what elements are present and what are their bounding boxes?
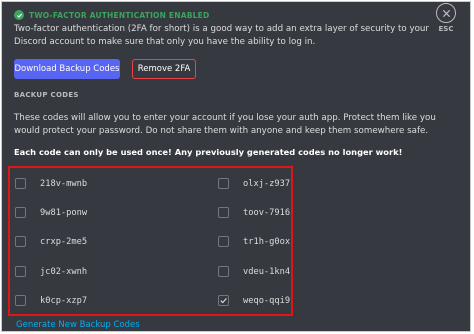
backup-code-item[interactable]: tr1h-g0ox xyxy=(218,236,290,247)
backup-codes-list: 218v-mwnb olxj-z937 9w81-ponw toov-7916 … xyxy=(8,166,293,316)
backup-code-item[interactable]: 218v-mwnb xyxy=(15,178,87,189)
backup-code: jc02-xwnh xyxy=(40,266,88,277)
code-checkbox[interactable] xyxy=(218,266,229,277)
code-checkbox[interactable] xyxy=(15,266,26,277)
backup-code-item[interactable]: 9w81-ponw xyxy=(15,207,87,218)
backup-code: toov-7916 xyxy=(243,207,291,218)
backup-code: vdeu-1kn4 xyxy=(243,266,291,277)
backup-code: 218v-mwnb xyxy=(40,178,88,189)
two-factor-status-title: TWO-FACTOR AUTHENTICATION ENABLED xyxy=(29,10,210,20)
close-control[interactable]: ESC xyxy=(436,3,456,33)
backup-codes-info: These codes will allow you to enter your… xyxy=(14,113,436,136)
backup-codes-warning: Each code can only be used once! Any pre… xyxy=(14,147,403,157)
code-checkbox[interactable] xyxy=(15,236,26,247)
backup-code-item[interactable]: olxj-z937 xyxy=(218,178,290,189)
backup-codes-heading: BACKUP CODES xyxy=(14,91,79,99)
backup-code-item[interactable]: k0cp-xzp7 xyxy=(15,295,87,306)
two-factor-header: TWO-FACTOR AUTHENTICATION ENABLED xyxy=(14,10,209,20)
download-backup-codes-button[interactable]: Download Backup Codes xyxy=(14,59,120,79)
code-checkbox[interactable] xyxy=(15,295,26,306)
checkmark-icon xyxy=(220,297,227,304)
backup-code: k0cp-xzp7 xyxy=(40,295,88,306)
two-factor-settings-panel: TWO-FACTOR AUTHENTICATION ENABLED ESC Tw… xyxy=(1,1,471,332)
backup-code: crxp-2me5 xyxy=(40,236,88,247)
code-checkbox[interactable] xyxy=(15,178,26,189)
backup-code-item[interactable]: jc02-xwnh xyxy=(15,266,87,277)
esc-label: ESC xyxy=(438,25,454,33)
check-circle-icon xyxy=(14,10,24,20)
backup-code-item[interactable]: vdeu-1kn4 xyxy=(218,266,290,277)
code-checkbox[interactable] xyxy=(218,207,229,218)
backup-code-item[interactable]: toov-7916 xyxy=(218,207,290,218)
generate-new-backup-codes-link[interactable]: Generate New Backup Codes xyxy=(16,320,140,330)
close-icon xyxy=(442,9,450,17)
backup-code: 9w81-ponw xyxy=(40,207,88,218)
backup-code-item-used[interactable]: weqo-qqi9 xyxy=(218,295,290,306)
code-checkbox[interactable] xyxy=(15,207,26,218)
close-button[interactable] xyxy=(436,3,456,23)
code-checkbox[interactable] xyxy=(218,236,229,247)
backup-code: tr1h-g0ox xyxy=(243,236,291,247)
backup-code: weqo-qqi9 xyxy=(243,295,291,306)
code-checkbox-checked[interactable] xyxy=(218,295,229,306)
code-checkbox[interactable] xyxy=(218,178,229,189)
two-factor-description: Two-factor authentication (2FA for short… xyxy=(14,24,429,47)
backup-code: olxj-z937 xyxy=(243,178,291,189)
backup-code-item[interactable]: crxp-2me5 xyxy=(15,236,87,247)
remove-2fa-button[interactable]: Remove 2FA xyxy=(132,59,196,79)
